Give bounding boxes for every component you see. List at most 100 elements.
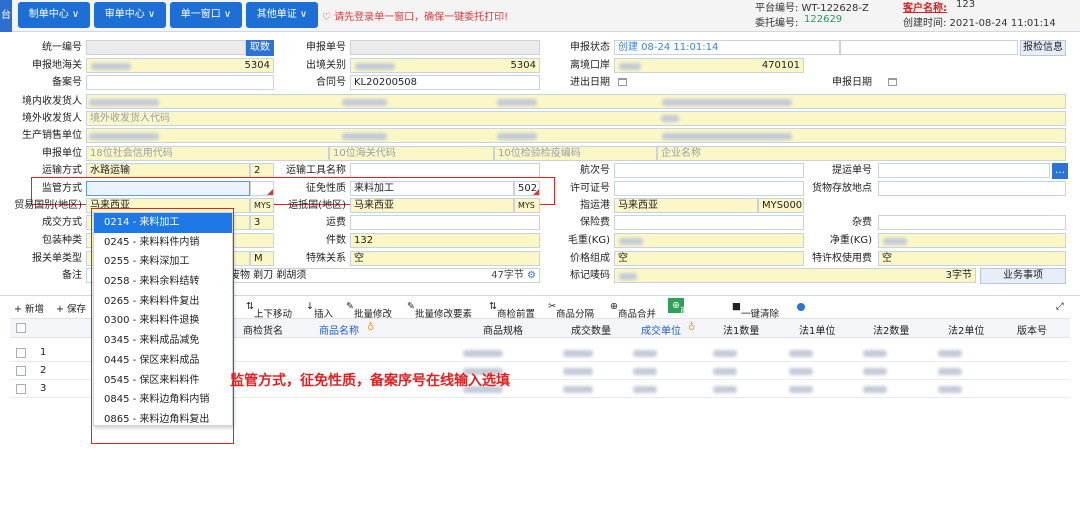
- help-icon[interactable]: [797, 301, 805, 312]
- review-center-button[interactable]: 审单中心 ∨: [94, 2, 166, 28]
- goods-query-button[interactable]: ⊕ 商品查询: [668, 298, 718, 317]
- label-contract-no: 合同号: [316, 77, 346, 88]
- exit-port-code: 470101: [761, 60, 800, 71]
- remarks-bytes: 47字节 ⚙: [491, 269, 536, 282]
- col-legal-qty2[interactable]: 法2数量: [873, 322, 909, 337]
- col-legal-qty1[interactable]: 法1数量: [723, 322, 759, 337]
- arrival-country-code[interactable]: MYS: [514, 198, 540, 213]
- pieces-field[interactable]: 132: [350, 233, 540, 248]
- dest-port-field[interactable]: 马来西亚: [614, 198, 758, 213]
- vehicle-name-field[interactable]: [350, 163, 540, 178]
- freight-field[interactable]: [350, 215, 540, 230]
- exit-port-field[interactable]: 470101: [614, 58, 804, 73]
- insurance-field[interactable]: [614, 215, 804, 230]
- col-inspection-name[interactable]: 商检货名: [243, 322, 283, 337]
- select-all-checkbox[interactable]: [16, 323, 26, 333]
- row-checkbox[interactable]: [16, 348, 26, 358]
- license-no-field[interactable]: [614, 181, 804, 196]
- storage-place-field[interactable]: [878, 181, 1066, 196]
- row-checkbox[interactable]: [16, 366, 26, 376]
- col-deal-unit[interactable]: 成交单位: [641, 322, 681, 337]
- move-button[interactable]: ⇅ 上下移动: [246, 301, 292, 320]
- batch-edit-button[interactable]: ✎ 批量修改: [346, 301, 392, 320]
- voyage-no-field[interactable]: [614, 163, 804, 178]
- col-deal-qty[interactable]: 成交数量: [571, 322, 611, 337]
- bill-no-field[interactable]: [878, 163, 1050, 178]
- credit-code-field[interactable]: 18位社会信用代码: [86, 146, 329, 161]
- marks-field[interactable]: 3字节: [614, 268, 976, 283]
- redacted: [633, 350, 657, 357]
- contract-no-field[interactable]: KL20200508: [350, 75, 540, 90]
- status-extra-field[interactable]: [840, 40, 1018, 55]
- customs-code-field[interactable]: 10位海关代码: [329, 146, 494, 161]
- royalty-field[interactable]: 空: [878, 251, 1066, 266]
- col-legal-unit2[interactable]: 法2单位: [948, 322, 984, 337]
- gross-weight-field[interactable]: [614, 233, 804, 248]
- business-matters-button[interactable]: 业务事项: [980, 268, 1066, 284]
- merge-button[interactable]: ⊕ 商品合并: [610, 301, 656, 320]
- price-composition-field[interactable]: 空: [614, 251, 804, 266]
- trade-country-code[interactable]: MYS: [250, 198, 274, 213]
- transport-mode-field[interactable]: 水路运输: [86, 163, 250, 178]
- other-docs-button[interactable]: 其他单证 ∨: [246, 2, 318, 28]
- goods-query-label: 商品查询: [679, 306, 718, 317]
- exit-customs-field[interactable]: 5304: [350, 58, 540, 73]
- domestic-consignee-field[interactable]: [86, 94, 1066, 109]
- label-insurance: 保险费: [580, 217, 610, 228]
- unified-number-field[interactable]: [86, 40, 246, 55]
- redacted: [713, 368, 737, 375]
- declare-date-field[interactable]: [884, 75, 1064, 90]
- redacted: [662, 99, 792, 106]
- inspection-code-field[interactable]: 10位检验检疫编码: [494, 146, 657, 161]
- insert-button[interactable]: ↓ 插入: [306, 301, 333, 320]
- redacted: [938, 350, 962, 357]
- split-button[interactable]: ✂ 商品分隔: [548, 301, 594, 320]
- overseas-consignee-field[interactable]: 境外收发货人代码: [86, 111, 1066, 126]
- label-voyage-no: 航次号: [580, 165, 610, 176]
- customer-label[interactable]: 客户名称:: [903, 0, 947, 14]
- declare-customs-field[interactable]: 5304: [86, 58, 274, 73]
- io-date-field[interactable]: [614, 75, 814, 90]
- label-exit-port: 离境口岸: [570, 60, 610, 71]
- company-name-field[interactable]: 企业名称: [657, 146, 1066, 161]
- calendar-icon[interactable]: [618, 78, 627, 86]
- col-product-name[interactable]: 商品名称: [319, 322, 359, 337]
- single-window-button[interactable]: 单一窗口 ∨: [170, 2, 242, 28]
- batch-elements-button[interactable]: ✎ 批量修改要素: [407, 301, 472, 320]
- transport-mode-code[interactable]: 2: [250, 163, 274, 178]
- record-no-field[interactable]: [86, 75, 274, 90]
- dest-port-code[interactable]: MYS000: [758, 198, 804, 213]
- redacted: [563, 350, 593, 357]
- misc-fee-field[interactable]: [878, 215, 1066, 230]
- inspection-info-button[interactable]: 报检信息: [1020, 40, 1066, 56]
- entrust-label: 委托编号:: [755, 18, 799, 29]
- save-button[interactable]: + 保存: [56, 301, 86, 315]
- label-price-composition: 价格组成: [570, 253, 610, 264]
- declaration-no-field[interactable]: [350, 40, 540, 55]
- make-center-button[interactable]: 制单中心 ∨: [18, 2, 90, 28]
- fetch-number-button[interactable]: 取数: [246, 40, 274, 56]
- col-spec[interactable]: 商品规格: [483, 322, 523, 337]
- calendar-icon[interactable]: [888, 78, 897, 86]
- add-button[interactable]: + 新增: [14, 301, 44, 315]
- declaration-type-code[interactable]: M: [250, 251, 274, 266]
- special-relation-field[interactable]: 空: [350, 251, 540, 266]
- deal-mode-code[interactable]: 3: [250, 215, 274, 230]
- inspection-front-button[interactable]: ⇅ 商检前置: [489, 301, 535, 320]
- more-button[interactable]: …: [1052, 163, 1068, 179]
- col-legal-unit1[interactable]: 法1单位: [799, 322, 835, 337]
- producer-field[interactable]: [86, 128, 1066, 143]
- gear-icon[interactable]: ⚙: [527, 270, 536, 281]
- clear-button[interactable]: ■ 一键清除: [732, 301, 779, 320]
- redacted: [713, 386, 737, 393]
- expand-icon[interactable]: ⤢: [1056, 301, 1064, 312]
- app-logo: 台: [0, 0, 12, 32]
- bulb-icon: ♁: [367, 322, 375, 333]
- col-version[interactable]: 版本号: [1017, 322, 1047, 337]
- redacted: [633, 368, 657, 375]
- arrival-country-field[interactable]: 马来西亚: [350, 198, 514, 213]
- remarks-text: 废物 剃刀 剃胡须: [230, 270, 307, 281]
- net-weight-field[interactable]: [878, 233, 1066, 248]
- redacted: [662, 133, 792, 140]
- row-checkbox[interactable]: [16, 384, 26, 394]
